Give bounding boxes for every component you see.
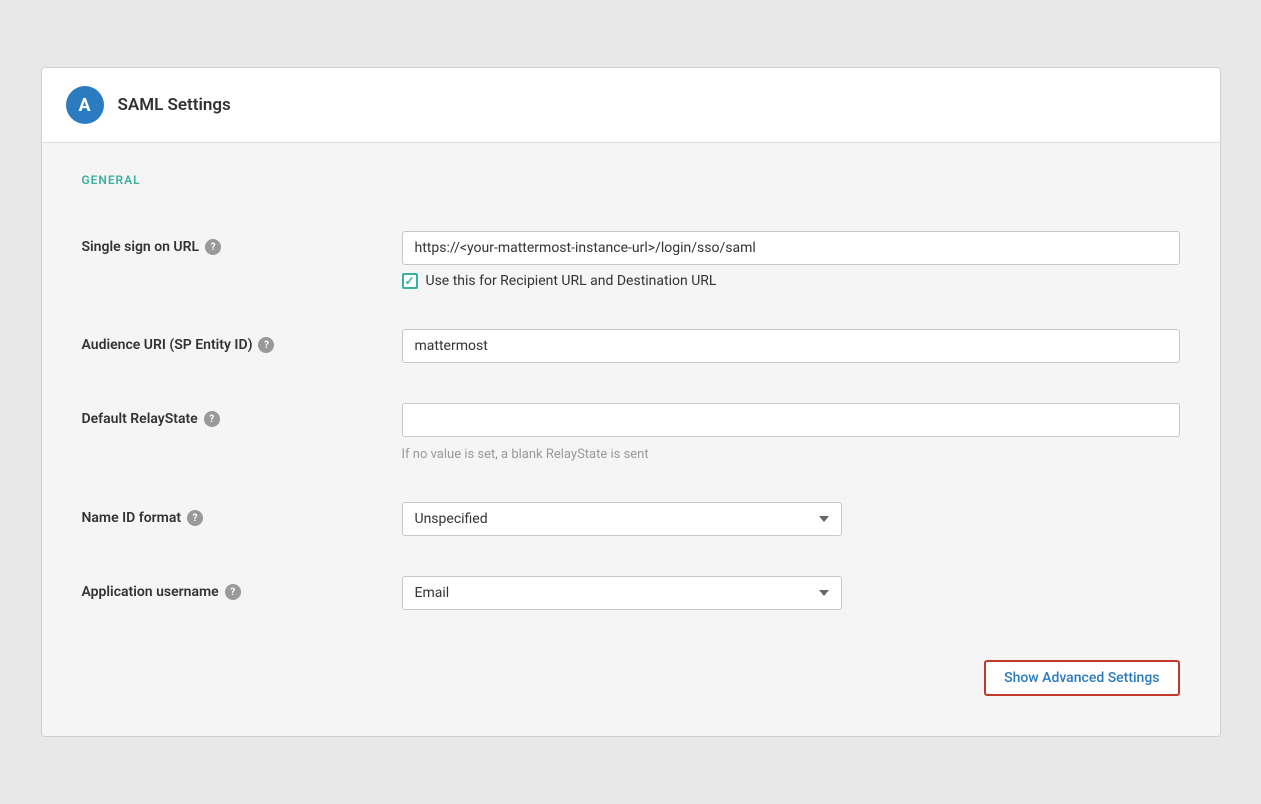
card-body: GENERAL Single sign on URL ? ✓ Use this … [42,143,1220,736]
sso-url-checkbox-label: Use this for Recipient URL and Destinati… [426,273,717,289]
checkbox-row-sso: ✓ Use this for Recipient URL and Destina… [402,273,1180,289]
form-row-relay-state: Default RelayState ? If no value is set,… [82,383,1180,482]
control-col-sso: ✓ Use this for Recipient URL and Destina… [402,231,1180,289]
audience-uri-help-icon[interactable]: ? [258,337,274,353]
app-username-label: Application username [82,584,219,600]
label-col-audience: Audience URI (SP Entity ID) ? [82,329,402,353]
form-row-sso-url: Single sign on URL ? ✓ Use this for Reci… [82,211,1180,309]
sso-url-checkbox[interactable]: ✓ [402,273,418,289]
control-col-relay: If no value is set, a blank RelayState i… [402,403,1180,462]
form-row-name-id: Name ID format ? Unspecified EmailAddres… [82,482,1180,556]
label-col-name-id: Name ID format ? [82,502,402,526]
relay-state-help-icon[interactable]: ? [204,411,220,427]
form-row-app-username: Application username ? Email Username Cu… [82,556,1180,630]
control-col-audience [402,329,1180,363]
control-col-app-username: Email Username Custom [402,576,1180,610]
sso-url-input[interactable] [402,231,1180,265]
control-col-name-id: Unspecified EmailAddress Persistent Tran… [402,502,1180,536]
name-id-select[interactable]: Unspecified EmailAddress Persistent Tran… [402,502,842,536]
audience-uri-label: Audience URI (SP Entity ID) [82,337,253,353]
avatar: A [66,86,104,124]
section-label: GENERAL [82,173,1180,187]
label-col-sso: Single sign on URL ? [82,231,402,255]
relay-state-input[interactable] [402,403,1180,437]
sso-url-label: Single sign on URL [82,239,200,255]
relay-state-hint: If no value is set, a blank RelayState i… [402,447,1180,462]
label-col-relay: Default RelayState ? [82,403,402,427]
sso-url-help-icon[interactable]: ? [205,239,221,255]
label-col-app-username: Application username ? [82,576,402,600]
app-username-select[interactable]: Email Username Custom [402,576,842,610]
name-id-help-icon[interactable]: ? [187,510,203,526]
checkmark-icon: ✓ [404,275,414,287]
relay-state-label: Default RelayState [82,411,198,427]
saml-settings-card: A SAML Settings GENERAL Single sign on U… [41,67,1221,737]
show-advanced-button[interactable]: Show Advanced Settings [984,660,1179,696]
audience-uri-input[interactable] [402,329,1180,363]
page-title: SAML Settings [118,95,231,115]
app-username-help-icon[interactable]: ? [225,584,241,600]
footer-row: Show Advanced Settings [82,640,1180,696]
form-row-audience-uri: Audience URI (SP Entity ID) ? [82,309,1180,383]
card-header: A SAML Settings [42,68,1220,143]
name-id-label: Name ID format [82,510,182,526]
form-rows: Single sign on URL ? ✓ Use this for Reci… [82,211,1180,630]
